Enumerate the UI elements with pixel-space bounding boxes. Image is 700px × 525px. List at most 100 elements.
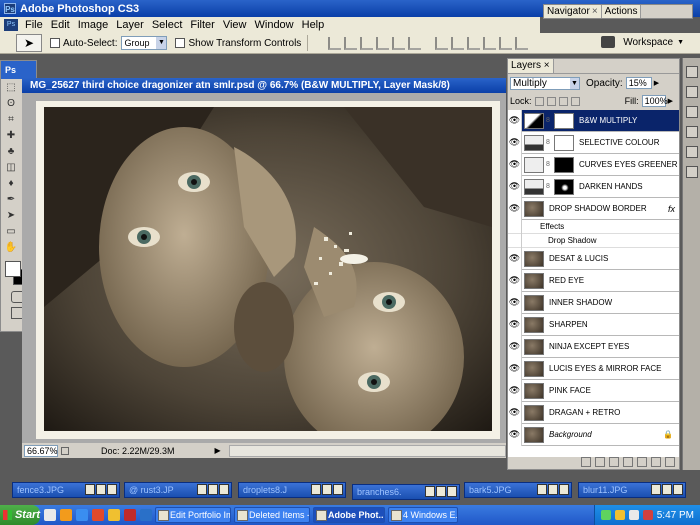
- menu-help[interactable]: Help: [298, 19, 329, 31]
- minimized-doc[interactable]: fence3.JPG: [12, 482, 120, 498]
- fx-badge[interactable]: fx: [668, 204, 675, 214]
- add-mask-icon[interactable]: [609, 457, 619, 467]
- link-icon[interactable]: 8: [546, 161, 552, 168]
- menu-window[interactable]: Window: [251, 19, 298, 31]
- align-bottom-icon[interactable]: [360, 36, 374, 50]
- menu-filter[interactable]: Filter: [186, 19, 218, 31]
- restore-icon[interactable]: [651, 484, 661, 495]
- eye-icon[interactable]: 👁: [508, 110, 522, 132]
- menu-file[interactable]: File: [21, 19, 47, 31]
- eye-icon[interactable]: 👁: [508, 357, 522, 380]
- align-top-icon[interactable]: [328, 36, 342, 50]
- notes-tool-icon[interactable]: ▭: [3, 225, 19, 239]
- eye-icon[interactable]: 👁: [508, 335, 522, 358]
- new-group-icon[interactable]: [637, 457, 647, 467]
- eye-icon[interactable]: 👁: [508, 291, 522, 314]
- close-icon[interactable]: ×: [592, 6, 598, 17]
- layer-row[interactable]: 👁 Background 🔒: [508, 423, 679, 446]
- eye-icon[interactable]: 👁: [508, 379, 522, 402]
- panel-icon[interactable]: [686, 66, 698, 78]
- eye-icon[interactable]: 👁: [508, 175, 522, 198]
- horizontal-scrollbar[interactable]: [228, 444, 506, 457]
- clone-stamp-tool-icon[interactable]: ♣: [3, 145, 19, 159]
- layer-mask-thumbnail[interactable]: [554, 178, 574, 195]
- eye-icon[interactable]: 👁: [508, 153, 522, 176]
- eye-icon[interactable]: 👁: [508, 197, 522, 220]
- align-right-icon[interactable]: [408, 36, 422, 50]
- document-photo[interactable]: [44, 107, 492, 431]
- close-icon[interactable]: [447, 486, 457, 497]
- quicklaunch-icon[interactable]: [124, 509, 136, 521]
- restore-icon[interactable]: [85, 484, 95, 495]
- status-menu-icon[interactable]: [61, 446, 69, 455]
- auto-select-dropdown[interactable]: Group ▼: [121, 36, 168, 50]
- distribute-right-icon[interactable]: [515, 36, 529, 50]
- lasso-tool-icon[interactable]: ʘ: [3, 97, 19, 111]
- taskbar-button[interactable]: Deleted Items - ...: [234, 507, 310, 523]
- start-button[interactable]: Start: [0, 505, 40, 525]
- layer-row[interactable]: 👁 8 DARKEN HANDS: [508, 175, 679, 198]
- status-arrow-icon[interactable]: ▶: [215, 446, 221, 455]
- menu-image[interactable]: Image: [74, 19, 113, 31]
- fill-slider-arrow-icon[interactable]: ▶: [668, 97, 673, 105]
- layer-row[interactable]: 👁 PINK FACE: [508, 379, 679, 402]
- lock-transparent-icon[interactable]: [534, 96, 544, 106]
- distribute-bottom-icon[interactable]: [467, 36, 481, 50]
- layer-row[interactable]: 👁 8 SELECTIVE COLOUR: [508, 131, 679, 154]
- canvas-area[interactable]: [22, 93, 506, 443]
- link-icon[interactable]: 8: [546, 117, 552, 124]
- tray-icon[interactable]: [600, 510, 611, 520]
- layer-row[interactable]: 👁 DRAGAN + RETRO: [508, 401, 679, 424]
- layer-row[interactable]: 👁 NINJA EXCEPT EYES: [508, 335, 679, 358]
- minimized-doc[interactable]: @ rust3.JP: [124, 482, 232, 498]
- eye-icon[interactable]: [508, 219, 522, 234]
- blur-tool-icon[interactable]: ♦: [3, 177, 19, 191]
- menu-select[interactable]: Select: [148, 19, 187, 31]
- link-layers-icon[interactable]: [581, 457, 591, 467]
- layer-row[interactable]: 👁 DROP SHADOW BORDER fx: [508, 197, 679, 220]
- lock-all-icon[interactable]: [570, 96, 580, 106]
- auto-select-checkbox[interactable]: [50, 38, 60, 48]
- minimized-doc[interactable]: bark5.JPG: [464, 482, 572, 498]
- folder-icon[interactable]: [108, 509, 120, 521]
- workspace-menu[interactable]: Workspace ▼: [601, 36, 684, 48]
- close-icon[interactable]: ×: [544, 60, 550, 71]
- tray-icon[interactable]: [642, 510, 653, 520]
- zoom-level-field[interactable]: 66.67%: [24, 444, 58, 457]
- taskbar-button[interactable]: Adobe Phot...: [313, 507, 385, 523]
- lock-image-icon[interactable]: [546, 96, 556, 106]
- maximize-icon[interactable]: [322, 484, 332, 495]
- move-tool-preset-button[interactable]: ➤: [16, 34, 42, 52]
- maximize-icon[interactable]: [436, 486, 446, 497]
- opacity-slider-arrow-icon[interactable]: ▶: [654, 79, 659, 87]
- eye-icon[interactable]: 👁: [508, 423, 522, 446]
- layer-mask-thumbnail[interactable]: [554, 134, 574, 151]
- foreground-color-swatch[interactable]: [5, 261, 21, 277]
- close-icon[interactable]: [673, 484, 683, 495]
- ie-icon[interactable]: [76, 509, 88, 521]
- lock-position-icon[interactable]: [558, 96, 568, 106]
- layer-row[interactable]: 👁 LUCIS EYES & MIRROR FACE: [508, 357, 679, 380]
- drop-shadow-effect-row[interactable]: Drop Shadow: [508, 233, 679, 248]
- add-style-icon[interactable]: [595, 457, 605, 467]
- menu-view[interactable]: View: [219, 19, 251, 31]
- eye-icon[interactable]: 👁: [508, 247, 522, 270]
- tray-icon[interactable]: [614, 510, 625, 520]
- link-icon[interactable]: 8: [546, 183, 552, 190]
- maximize-icon[interactable]: [208, 484, 218, 495]
- taskbar-button[interactable]: 4 Windows E...: [388, 507, 458, 523]
- panel-icon[interactable]: [686, 86, 698, 98]
- healing-brush-tool-icon[interactable]: ✚: [3, 129, 19, 143]
- restore-icon[interactable]: [311, 484, 321, 495]
- restore-icon[interactable]: [197, 484, 207, 495]
- pen-tool-icon[interactable]: ✒: [3, 193, 19, 207]
- firefox-icon[interactable]: [60, 509, 72, 521]
- layer-row[interactable]: 👁 RED EYE: [508, 269, 679, 292]
- maximize-icon[interactable]: [96, 484, 106, 495]
- minimized-doc[interactable]: branches6.: [352, 484, 460, 500]
- close-icon[interactable]: [333, 484, 343, 495]
- layer-row[interactable]: 👁 8 CURVES EYES GREENER: [508, 153, 679, 176]
- effects-row[interactable]: Effects: [508, 219, 679, 234]
- eye-icon[interactable]: [508, 233, 522, 248]
- quicklaunch-icon[interactable]: [92, 509, 104, 521]
